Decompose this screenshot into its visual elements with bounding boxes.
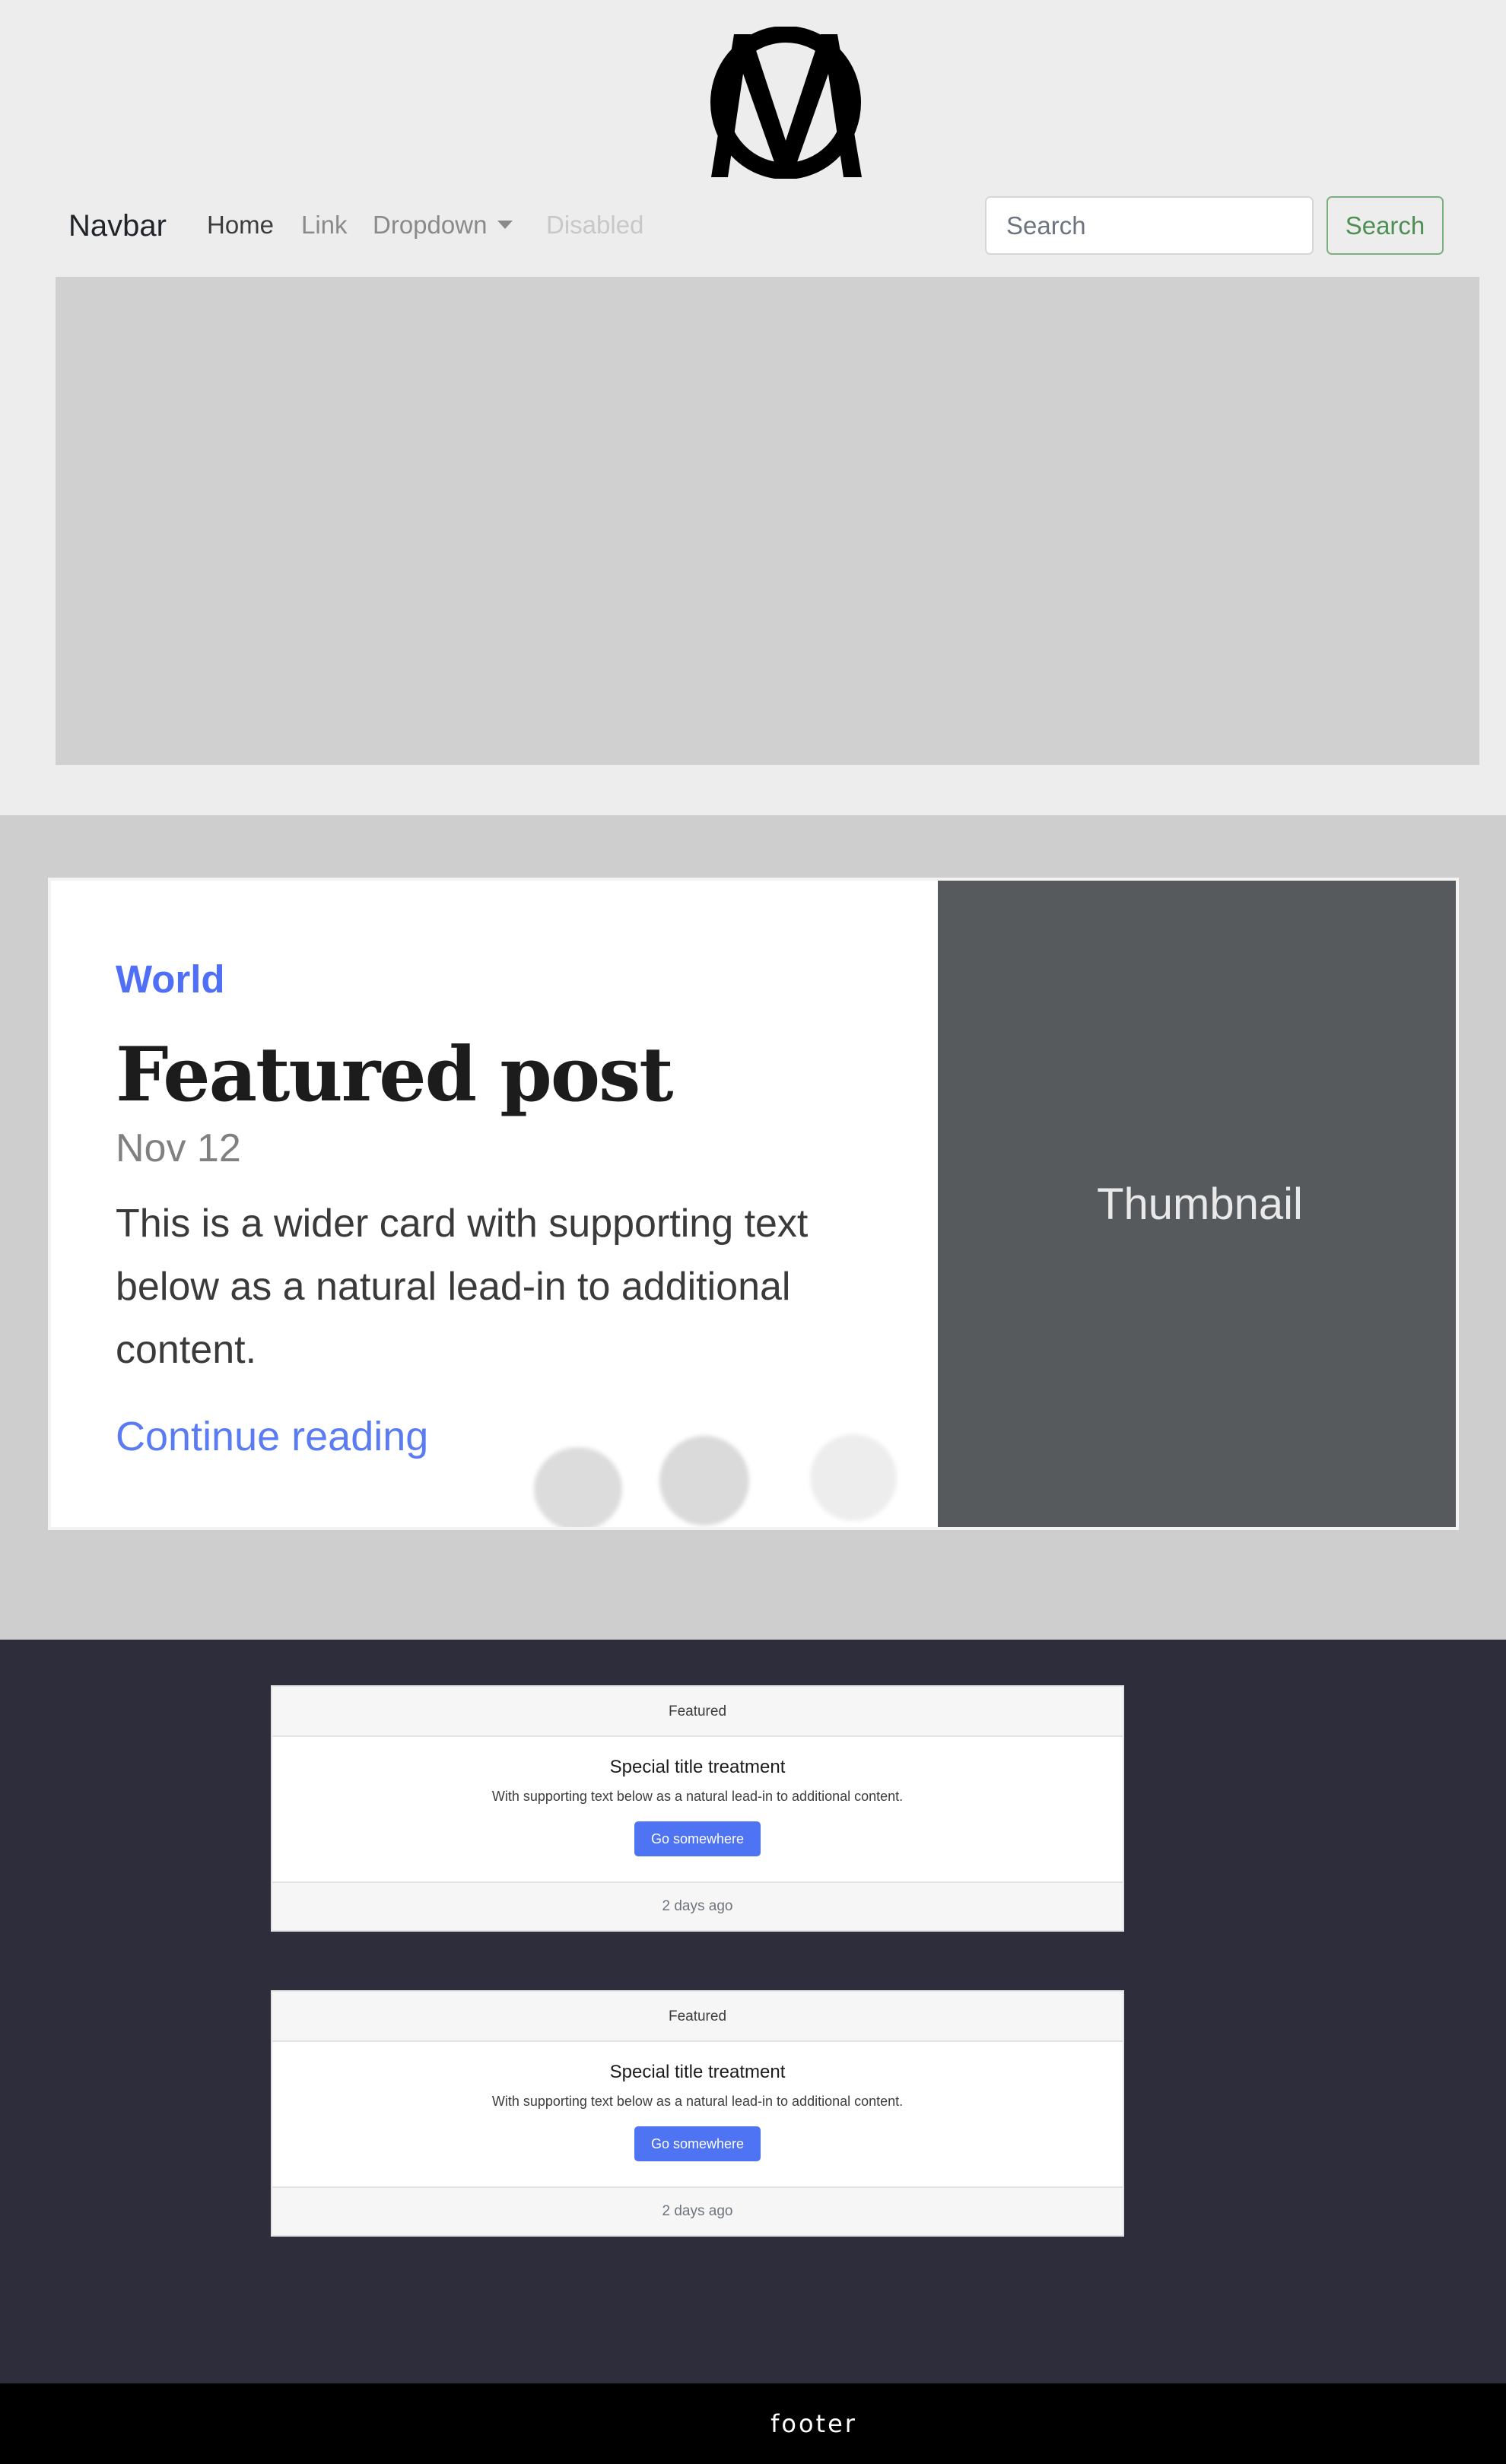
card-body: Special title treatment With supporting … [272, 2042, 1123, 2186]
nav-link-home[interactable]: Home [207, 211, 274, 240]
featured-post-content: World Featured post Nov 12 This is a wid… [51, 881, 938, 1527]
nav-dropdown-label: Dropdown [373, 211, 488, 239]
go-somewhere-button[interactable]: Go somewhere [634, 1821, 761, 1856]
nav-link-disabled: Disabled [546, 211, 644, 239]
continue-reading-link[interactable]: Continue reading [116, 1413, 428, 1460]
logo [704, 26, 871, 179]
cards-section: Featured Special title treatment With su… [0, 1640, 1506, 2383]
card-header: Featured [272, 1992, 1123, 2042]
card-title: Special title treatment [609, 1757, 786, 1777]
card-title: Special title treatment [609, 2062, 786, 2082]
post-thumbnail: Thumbnail [938, 881, 1456, 1527]
caret-down-icon [497, 220, 513, 229]
nav-link-dropdown[interactable]: Dropdown [373, 211, 513, 240]
page-footer: footer [0, 2383, 1506, 2464]
post-date: Nov 12 [116, 1126, 241, 1170]
post-title: Featured post [116, 1031, 674, 1119]
card-header: Featured [272, 1687, 1123, 1737]
card-text: With supporting text below as a natural … [491, 1789, 904, 1804]
navbar: Navbar Home Link Dropdown Disabled Searc… [0, 190, 1506, 266]
card-footer: 2 days ago [272, 1881, 1123, 1930]
mc-monogram-icon [710, 26, 862, 179]
card-body: Special title treatment With supporting … [272, 1737, 1123, 1881]
blur-decoration [659, 1436, 749, 1526]
card-text: With supporting text below as a natural … [491, 2094, 904, 2109]
footer-text: footer [770, 2409, 857, 2438]
blur-decoration [534, 1447, 622, 1527]
navbar-brand[interactable]: Navbar [68, 209, 167, 243]
search-button[interactable]: Search [1326, 196, 1444, 255]
hero-placeholder [56, 277, 1479, 765]
featured-card: Featured Special title treatment With su… [271, 1990, 1124, 2237]
go-somewhere-button[interactable]: Go somewhere [634, 2126, 761, 2161]
post-category: World [116, 957, 225, 1001]
featured-card: Featured Special title treatment With su… [271, 1685, 1124, 1932]
thumbnail-label: Thumbnail [1097, 1179, 1303, 1229]
search-input[interactable] [985, 196, 1314, 255]
blur-decoration [810, 1434, 897, 1521]
post-excerpt: This is a wider card with supporting tex… [116, 1202, 809, 1372]
nav-link-link[interactable]: Link [301, 211, 348, 240]
card-footer: 2 days ago [272, 2186, 1123, 2235]
featured-post-card: World Featured post Nov 12 This is a wid… [48, 878, 1459, 1530]
